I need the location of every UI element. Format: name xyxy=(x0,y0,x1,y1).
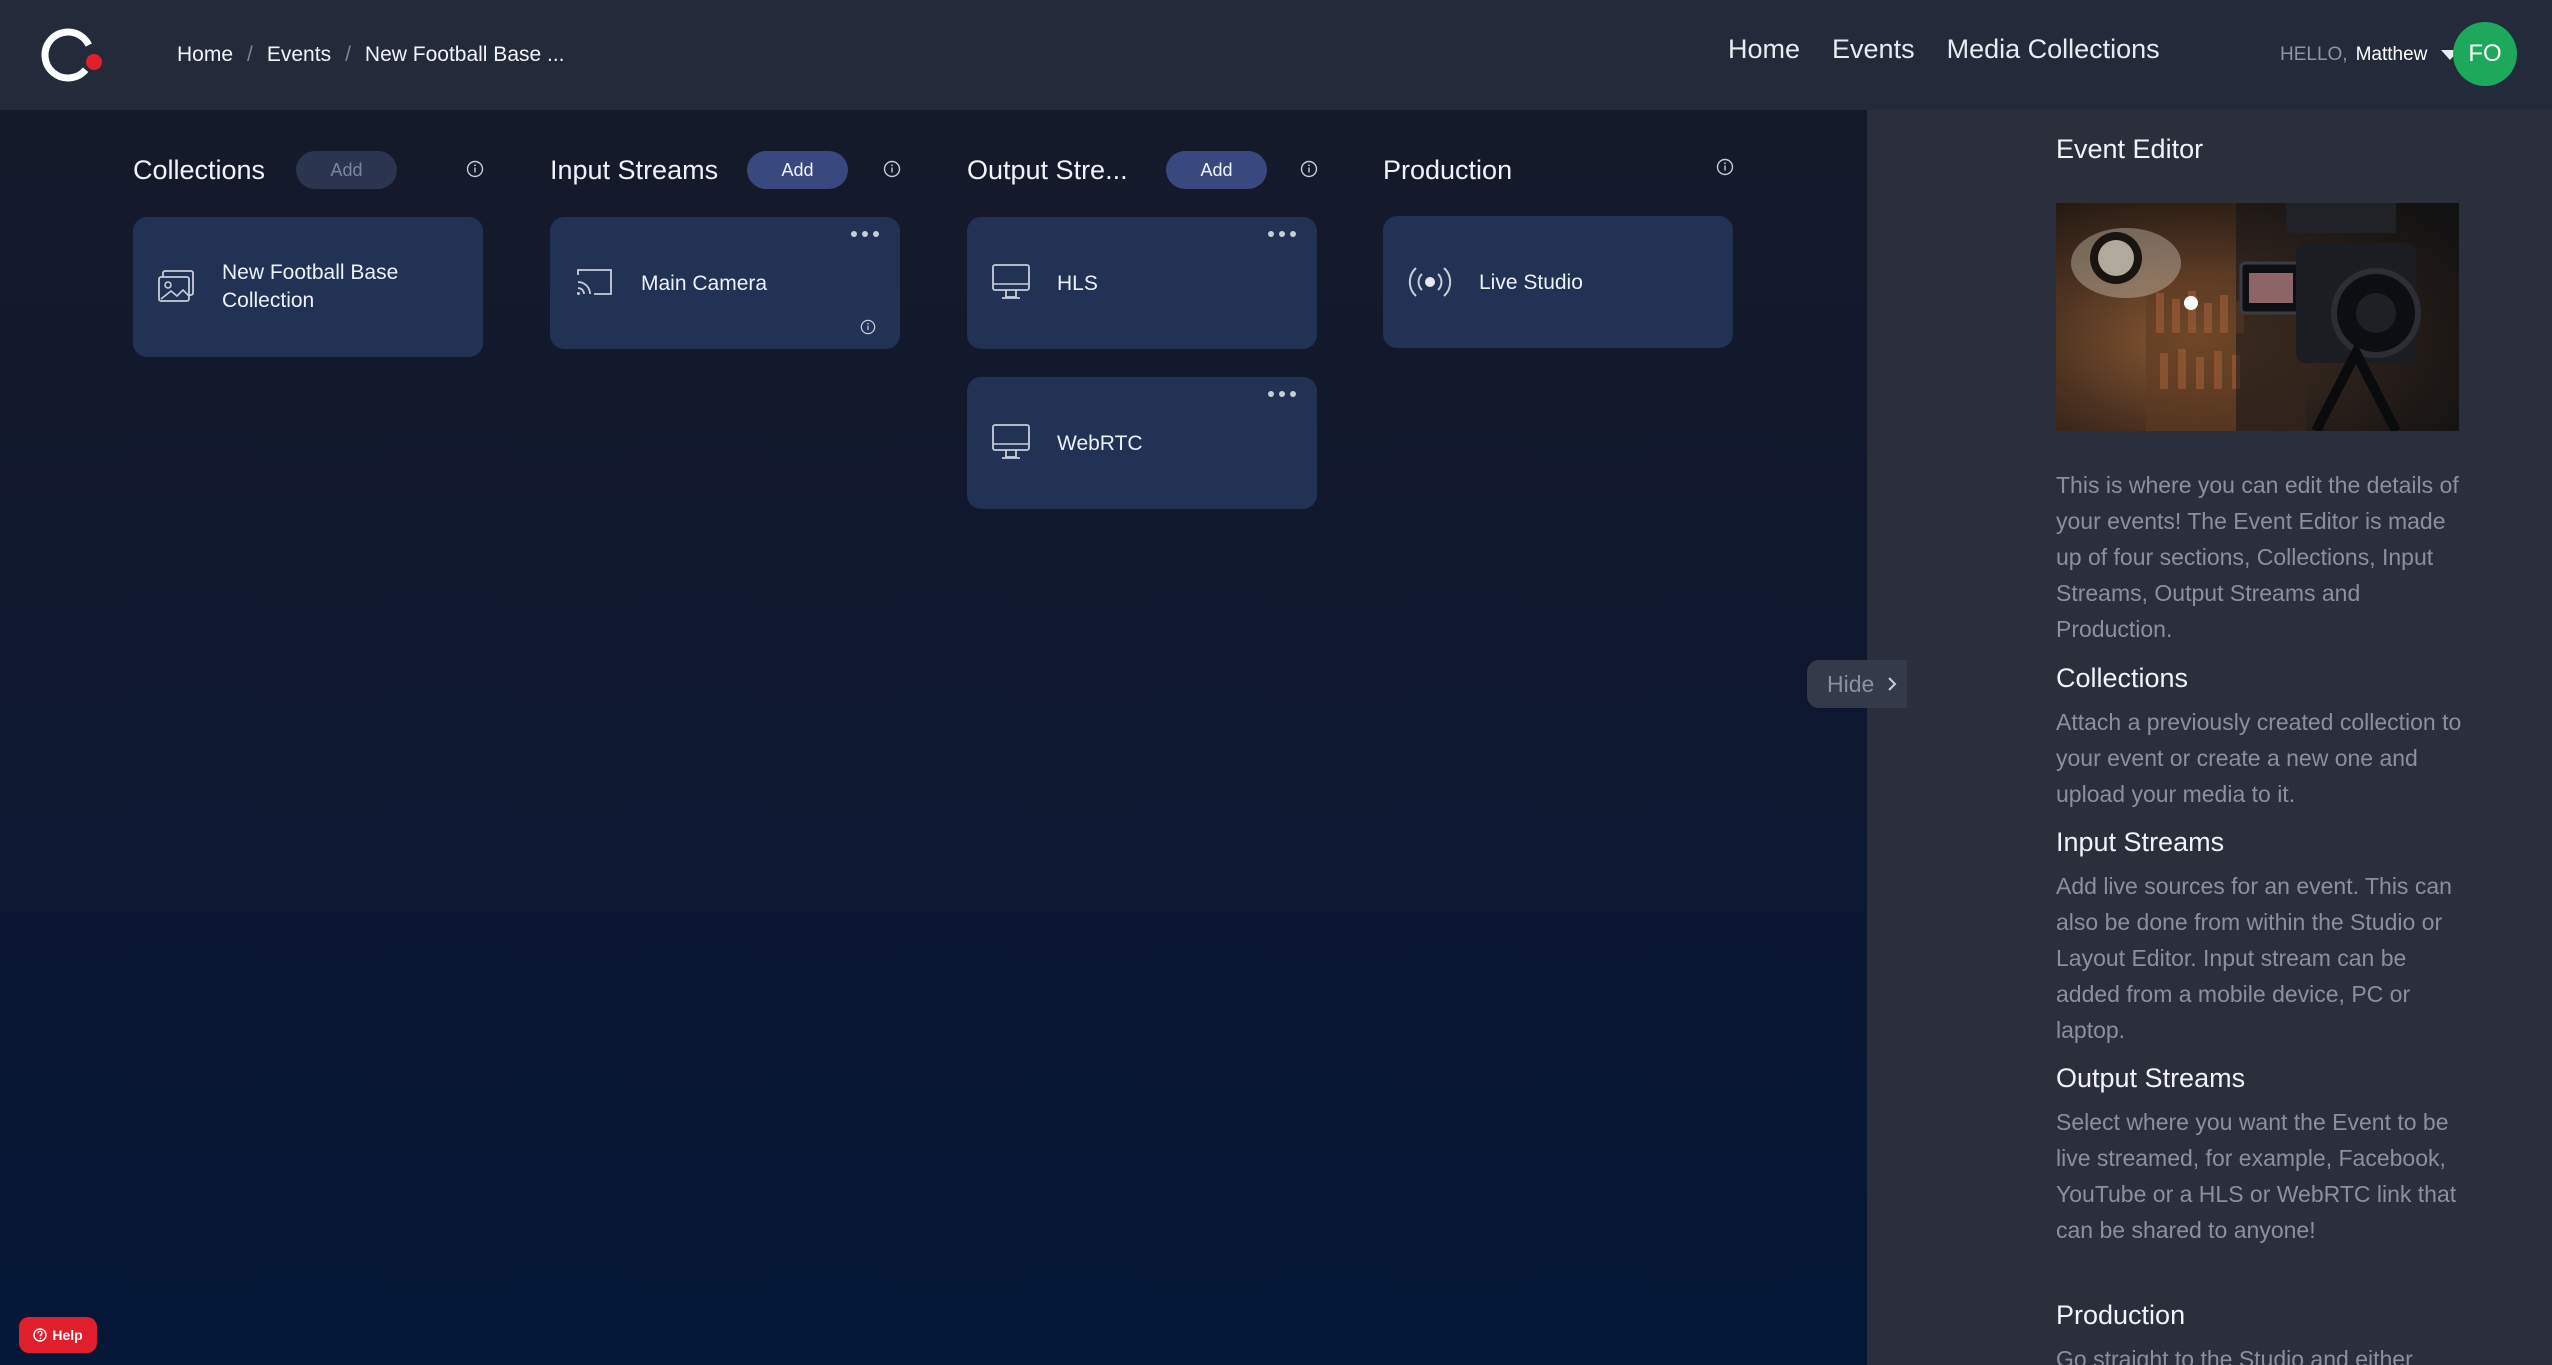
add-input-stream-button[interactable]: Add xyxy=(747,151,848,189)
input-stream-card[interactable]: Main Camera xyxy=(550,217,900,349)
main-nav: Home Events Media Collections xyxy=(1728,34,2160,74)
hello-label: HELLO, xyxy=(2280,44,2348,65)
camera-photo xyxy=(2056,203,2459,431)
info-icon[interactable] xyxy=(860,319,876,335)
hide-panel-button[interactable]: Hide xyxy=(1807,660,1907,708)
section-text-production: Go straight to the Studio and either xyxy=(2056,1346,2413,1365)
more-options-icon[interactable] xyxy=(1267,389,1297,399)
input-stream-label: Main Camera xyxy=(641,272,768,295)
panel-intro: This is where you can edit the details o… xyxy=(2056,472,2459,642)
add-collection-button[interactable]: Add xyxy=(296,151,397,189)
info-icon[interactable] xyxy=(1300,160,1318,178)
breadcrumb-separator: / xyxy=(247,43,253,66)
help-label: Help xyxy=(52,1327,83,1343)
more-options-icon[interactable] xyxy=(1267,229,1297,239)
monitor-icon xyxy=(992,264,1030,299)
panel-title: Event Editor xyxy=(2056,134,2204,164)
more-options-icon[interactable] xyxy=(850,229,880,239)
top-bar: Home / Events / New Football Base ... Ho… xyxy=(0,0,2552,110)
input-streams-title: Input Streams xyxy=(550,154,719,185)
info-icon[interactable] xyxy=(466,160,484,178)
breadcrumb-separator: / xyxy=(345,43,351,66)
breadcrumb: Home / Events / New Football Base ... xyxy=(177,38,565,72)
image-icon xyxy=(158,270,194,302)
collection-card-label: New Football Base Collection xyxy=(222,261,399,312)
event-editor-panel: Event Editor This is where you can edit … xyxy=(1867,110,2552,1365)
app-logo[interactable] xyxy=(38,22,104,88)
cast-icon xyxy=(577,269,612,295)
nav-home[interactable]: Home xyxy=(1728,34,1800,74)
avatar-initials: FO xyxy=(2468,40,2502,67)
collections-header: Collections xyxy=(133,150,265,190)
output-stream-label: WebRTC xyxy=(1057,432,1143,455)
breadcrumb-events[interactable]: Events xyxy=(267,43,331,67)
breadcrumb-home[interactable]: Home xyxy=(177,43,233,67)
breadcrumb-current-event: New Football Base ... xyxy=(364,43,565,66)
question-icon xyxy=(33,1328,48,1342)
output-streams-header: Output Stre... xyxy=(967,150,1128,190)
output-stream-card[interactable]: HLS xyxy=(967,217,1317,349)
user-menu[interactable]: HELLO, Matthew xyxy=(2280,38,2460,72)
help-button[interactable]: Help xyxy=(19,1317,97,1353)
section-heading-collections: Collections xyxy=(2056,663,2189,693)
production-header: Production xyxy=(1383,150,1512,190)
section-heading-input-streams: Input Streams xyxy=(2056,827,2225,857)
output-stream-label: HLS xyxy=(1057,272,1098,295)
chevron-right-icon xyxy=(1888,677,1897,691)
collections-title: Collections xyxy=(133,154,266,185)
section-text-input-streams: Add live sources for an event. This can … xyxy=(2056,873,2452,1043)
output-streams-title: Output Stre... xyxy=(967,154,1128,185)
info-icon[interactable] xyxy=(1716,158,1734,176)
add-output-stream-button[interactable]: Add xyxy=(1166,151,1267,189)
collection-card[interactable]: New Football Base Collection xyxy=(133,217,483,357)
input-streams-header: Input Streams xyxy=(550,150,718,190)
nav-events[interactable]: Events xyxy=(1832,34,1915,74)
section-heading-production: Production xyxy=(2056,1300,2186,1330)
hide-label: Hide xyxy=(1827,670,1875,697)
production-title: Production xyxy=(1383,154,1513,185)
section-heading-output-streams: Output Streams xyxy=(2056,1063,2246,1093)
monitor-icon xyxy=(992,424,1030,459)
output-stream-card[interactable]: WebRTC xyxy=(967,377,1317,509)
broadcast-icon xyxy=(1408,267,1452,297)
production-card-label: Live Studio xyxy=(1479,271,1583,294)
info-icon[interactable] xyxy=(883,160,901,178)
section-text-output-streams: Select where you want the Event to be li… xyxy=(2056,1109,2457,1243)
nav-media-collections[interactable]: Media Collections xyxy=(1947,34,2160,74)
user-name: Matthew xyxy=(2355,44,2428,65)
avatar[interactable]: FO xyxy=(2453,22,2517,86)
production-card[interactable]: Live Studio xyxy=(1383,216,1733,348)
section-text-collections: Attach a previously created collection t… xyxy=(2056,709,2462,807)
